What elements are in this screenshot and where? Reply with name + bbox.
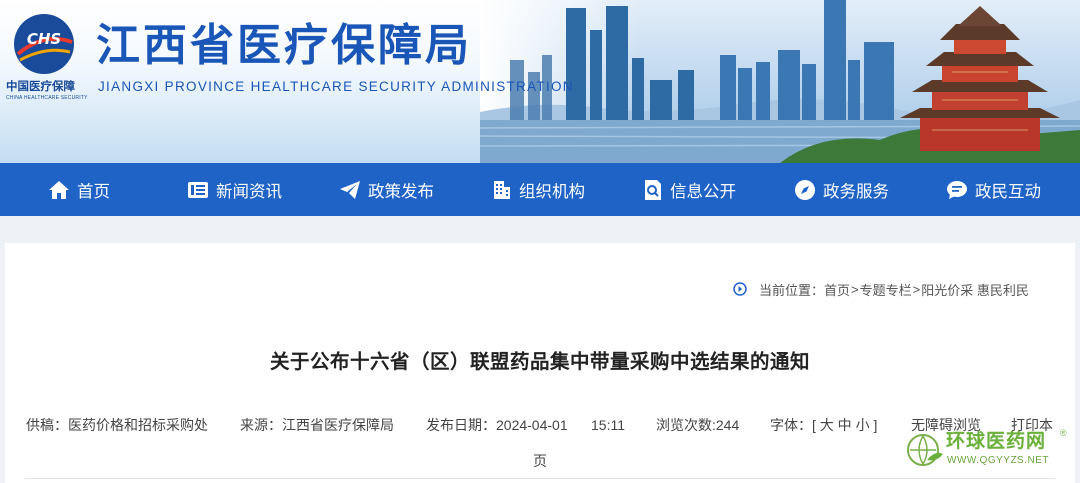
meta-views: 浏览次数:244 xyxy=(656,416,739,434)
font-size-bracket-close: ] xyxy=(873,417,878,433)
logo-subtitle-en: CHINA HEALTHCARE SECURITY xyxy=(6,95,88,101)
font-size-label: 字体： xyxy=(770,417,812,433)
logo-subtitle-cn: 中国医疗保障 xyxy=(6,81,75,93)
nav-item-news[interactable]: 新闻资讯 xyxy=(187,163,282,216)
nav-label: 新闻资讯 xyxy=(216,182,282,201)
font-size-large-button[interactable]: 大 xyxy=(820,417,834,433)
building-icon xyxy=(494,180,510,199)
font-size-bracket-open: [ xyxy=(812,417,816,433)
breadcrumb-link-current-topic[interactable]: 阳光价采 惠民利民 xyxy=(921,280,1029,299)
svg-text:CHS: CHS xyxy=(27,30,61,48)
meta-publish-date: 发布日期：2024-04-01 xyxy=(426,416,568,434)
font-size-medium-button[interactable]: 中 xyxy=(838,417,852,433)
meta-date-label: 发布日期： xyxy=(426,417,496,433)
meta-publish-time: 15:11 xyxy=(591,417,625,433)
chs-logo-icon: CHS xyxy=(14,14,74,74)
breadcrumb-link-home[interactable]: 首页 xyxy=(824,280,850,299)
nav-item-organization[interactable]: 组织机构 xyxy=(492,163,585,216)
font-size-small-button[interactable]: 小 xyxy=(856,417,870,433)
print-page-link-wrap[interactable]: 页 xyxy=(533,452,547,470)
watermark-text-en: WWW.QGYYZS.NET xyxy=(947,455,1049,466)
compass-icon xyxy=(795,179,815,200)
meta-source-label: 来源： xyxy=(240,417,282,433)
nav-item-home[interactable]: 首页 xyxy=(48,163,110,216)
meta-date-value: 2024-04-01 xyxy=(496,417,568,433)
watermark-text-cn: 环球医药网 xyxy=(946,431,1047,452)
site-title-en: JIANGXI PROVINCE HEALTHCARE SECURITY ADM… xyxy=(98,79,574,94)
location-arrow-icon xyxy=(733,282,747,296)
header-banner: CHS 中国医疗保障 CHINA HEALTHCARE SECURITY 江西省… xyxy=(0,0,1080,163)
home-icon xyxy=(49,180,69,199)
breadcrumb-separator: > xyxy=(851,281,859,297)
site-title-cn: 江西省医疗保障局 xyxy=(96,20,472,71)
main-navigation: 首页 新闻资讯 政策发布 组织机构 信息公开 政务服务 政民互动 xyxy=(0,163,1080,216)
chat-icon xyxy=(947,180,967,199)
nav-label: 政策发布 xyxy=(368,182,434,201)
breadcrumb-prefix: 当前位置： xyxy=(759,282,825,298)
document-search-icon xyxy=(645,179,661,200)
nav-item-interaction[interactable]: 政民互动 xyxy=(946,163,1041,216)
meta-views-count: 244 xyxy=(715,417,740,433)
nav-label: 信息公开 xyxy=(670,182,736,201)
meta-contributor-value: 医药价格和招标采购处 xyxy=(68,417,208,433)
breadcrumb: 当前位置： 首页 > 专题专栏 > 阳光价采 惠民利民 xyxy=(733,280,1029,298)
meta-views-label: 浏览次数: xyxy=(656,417,716,433)
news-icon xyxy=(188,181,208,198)
article-title: 关于公布十六省（区）联盟药品集中带量采购中选结果的通知 xyxy=(269,351,810,373)
breadcrumb-separator: > xyxy=(912,281,921,297)
watermark-globe-icon xyxy=(907,434,943,466)
nav-label: 政务服务 xyxy=(823,182,889,201)
nav-item-info-disclosure[interactable]: 信息公开 xyxy=(643,163,736,216)
nav-label: 首页 xyxy=(77,182,110,201)
meta-contributor-label: 供稿： xyxy=(26,417,68,433)
breadcrumb-link-special-column[interactable]: 专题专栏 xyxy=(860,280,912,299)
nav-label: 组织机构 xyxy=(519,182,585,201)
paper-plane-icon xyxy=(340,180,360,199)
nav-item-policy[interactable]: 政策发布 xyxy=(339,163,434,216)
nav-label: 政民互动 xyxy=(975,182,1041,201)
watermark-registered-mark: ® xyxy=(1060,428,1067,438)
meta-divider xyxy=(25,478,1055,479)
meta-source-value: 江西省医疗保障局 xyxy=(282,417,394,433)
font-size-switcher: 字体：[ 大 中 小 ] xyxy=(770,416,877,434)
meta-contributor: 供稿：医药价格和招标采购处 xyxy=(26,416,208,434)
meta-source: 来源：江西省医疗保障局 xyxy=(240,416,394,434)
nav-item-gov-services[interactable]: 政务服务 xyxy=(794,163,889,216)
